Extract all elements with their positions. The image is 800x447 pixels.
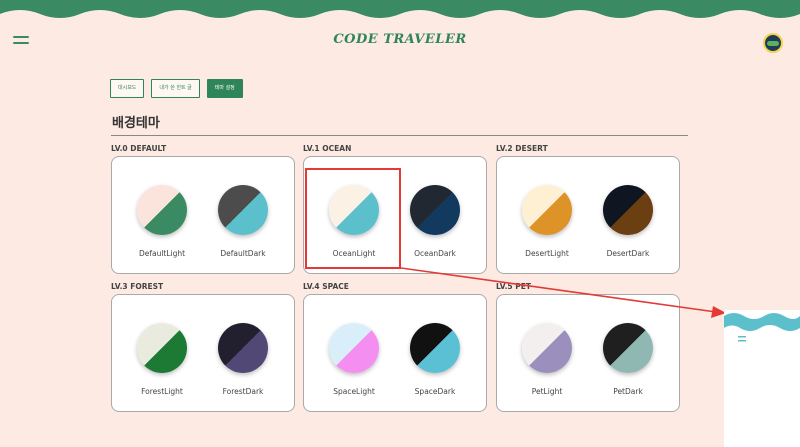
theme-swatch xyxy=(137,185,187,235)
theme-option-desert-dark[interactable]: DesertDark xyxy=(598,185,658,258)
ocean-theme-preview xyxy=(724,310,800,447)
theme-option-default-light[interactable]: DefaultLight xyxy=(132,185,192,258)
theme-option-space-dark[interactable]: SpaceDark xyxy=(405,323,465,396)
theme-name: DefaultLight xyxy=(138,249,186,258)
tab-bar: 대시보드 내가 쓴 힌트 글 테마 설정 xyxy=(110,79,243,98)
theme-card-space: SpaceLight SpaceDark xyxy=(303,294,487,412)
section-divider xyxy=(111,135,688,136)
level-label-ocean: LV.1 OCEAN xyxy=(303,144,352,153)
theme-card-default: DefaultLight DefaultDark xyxy=(111,156,295,274)
level-label-pet: LV.5 PET xyxy=(496,282,531,291)
level-label-default: LV.0 DEFAULT xyxy=(111,144,167,153)
theme-name: PetDark xyxy=(613,387,643,396)
level-label-desert: LV.2 DESERT xyxy=(496,144,548,153)
theme-card-pet: PetLight PetDark xyxy=(496,294,680,412)
header-wave xyxy=(0,0,800,18)
theme-swatch xyxy=(329,323,379,373)
avatar-planet-icon xyxy=(767,41,779,46)
level-label-space: LV.4 SPACE xyxy=(303,282,349,291)
theme-swatch xyxy=(329,185,379,235)
theme-option-ocean-light[interactable]: OceanLight xyxy=(324,185,384,258)
theme-name: ForestDark xyxy=(222,387,264,396)
theme-option-default-dark[interactable]: DefaultDark xyxy=(213,185,273,258)
theme-name: DefaultDark xyxy=(220,249,266,258)
theme-swatch xyxy=(410,323,460,373)
theme-swatch xyxy=(522,185,572,235)
level-label-forest: LV.3 FOREST xyxy=(111,282,164,291)
theme-option-ocean-dark[interactable]: OceanDark xyxy=(405,185,465,258)
theme-swatch xyxy=(603,323,653,373)
theme-option-forest-light[interactable]: ForestLight xyxy=(132,323,192,396)
theme-name: DesertDark xyxy=(606,249,650,258)
theme-name: ForestLight xyxy=(141,387,183,396)
page-title[interactable]: CODE TRAVELER xyxy=(0,32,800,47)
theme-name: SpaceDark xyxy=(414,387,456,396)
theme-name: SpaceLight xyxy=(333,387,375,396)
theme-option-space-light[interactable]: SpaceLight xyxy=(324,323,384,396)
theme-card-forest: ForestLight ForestDark xyxy=(111,294,295,412)
theme-option-pet-dark[interactable]: PetDark xyxy=(598,323,658,396)
tab-my-hints[interactable]: 내가 쓴 힌트 글 xyxy=(151,79,200,98)
theme-name: DesertLight xyxy=(525,249,569,258)
theme-option-desert-light[interactable]: DesertLight xyxy=(517,185,577,258)
theme-swatch xyxy=(218,185,268,235)
theme-swatch xyxy=(137,323,187,373)
theme-swatch xyxy=(603,185,653,235)
theme-card-desert: DesertLight DesertDark xyxy=(496,156,680,274)
theme-swatch xyxy=(410,185,460,235)
theme-card-ocean: OceanLight OceanDark xyxy=(303,156,487,274)
avatar[interactable] xyxy=(763,33,783,53)
theme-name: OceanDark xyxy=(414,249,456,258)
theme-name: PetLight xyxy=(531,387,563,396)
theme-option-pet-light[interactable]: PetLight xyxy=(517,323,577,396)
theme-swatch xyxy=(522,323,572,373)
tab-dashboard[interactable]: 대시보드 xyxy=(110,79,145,98)
theme-option-forest-dark[interactable]: ForestDark xyxy=(213,323,273,396)
theme-swatch xyxy=(218,323,268,373)
tab-theme-settings[interactable]: 테마 설정 xyxy=(206,79,243,98)
section-title: 배경테마 xyxy=(112,116,160,131)
theme-name: OceanLight xyxy=(332,249,376,258)
